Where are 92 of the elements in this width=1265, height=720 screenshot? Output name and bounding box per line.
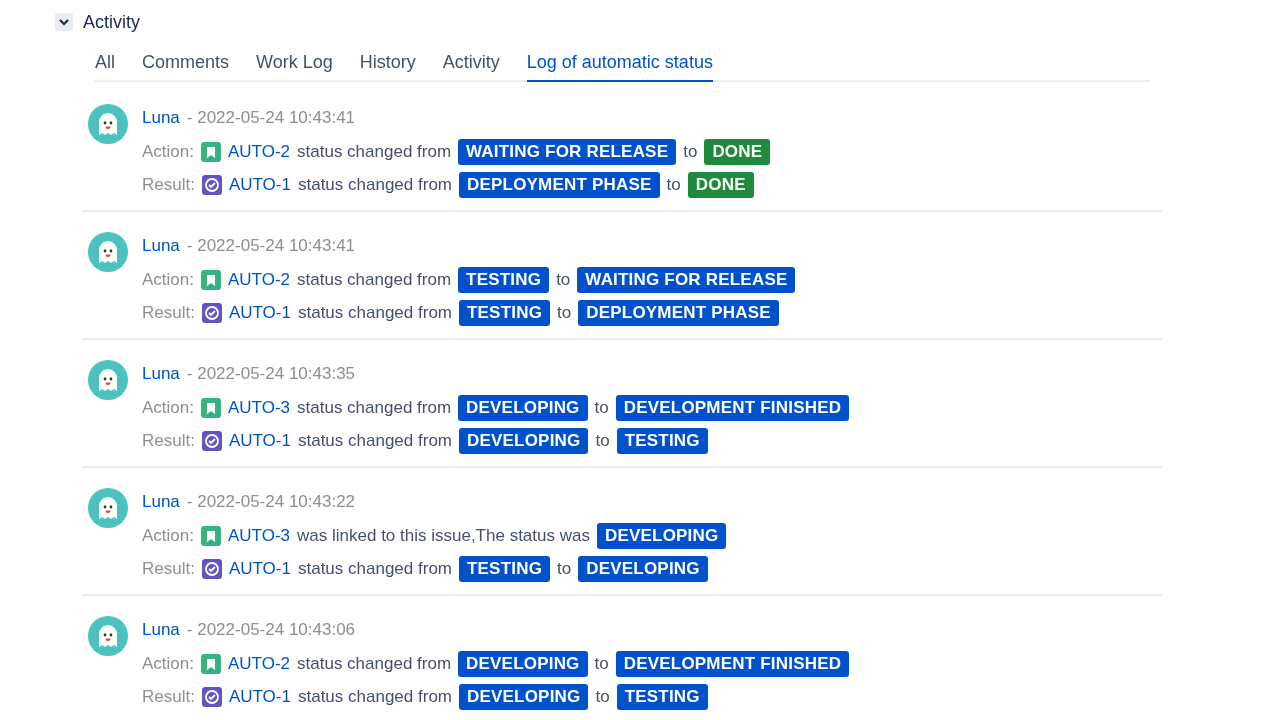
to-text: to — [557, 559, 572, 580]
status-lozenge: TESTING — [458, 267, 550, 294]
status-lozenge: DONE — [704, 139, 771, 166]
to-text: to — [557, 303, 572, 324]
author-link[interactable]: Luna — [142, 235, 180, 256]
tab[interactable]: Work Log — [256, 50, 333, 82]
line-label: Result: — [142, 431, 195, 452]
section-title: Activity — [83, 11, 140, 33]
issue-link[interactable]: AUTO-1 — [228, 431, 291, 452]
status-lozenge: DEVELOPING — [578, 556, 708, 583]
timestamp: - 2022-05-24 10:43:41 — [186, 107, 356, 128]
line-label: Action: — [142, 270, 194, 291]
timestamp: - 2022-05-24 10:43:35 — [186, 363, 356, 384]
tab[interactable]: Log of automatic status — [526, 50, 713, 82]
to-text: to — [666, 175, 681, 196]
bookmark-icon — [201, 398, 221, 419]
checkmark-icon — [201, 431, 222, 452]
author-link[interactable]: Luna — [142, 107, 180, 128]
line-label: Action: — [142, 654, 194, 675]
status-lozenge: TESTING — [459, 556, 551, 583]
status-lozenge: DEVELOPING — [459, 428, 589, 455]
chevron-down-icon — [58, 16, 70, 28]
change-text: status changed from — [297, 398, 452, 419]
line-label: Result: — [142, 559, 195, 580]
status-lozenge: TESTING — [459, 300, 551, 327]
avatar-icon — [88, 360, 128, 400]
checkmark-icon — [201, 559, 222, 580]
status-lozenge: DONE — [687, 172, 754, 199]
change-text: status changed from — [297, 303, 452, 324]
to-text: to — [594, 654, 609, 675]
status-lozenge: DEPLOYMENT PHASE — [459, 172, 660, 199]
line-label: Result: — [142, 687, 195, 708]
checkmark-icon — [201, 687, 222, 708]
status-lozenge: DEVELOPING — [459, 684, 589, 711]
bookmark-icon — [201, 654, 221, 675]
line-label: Result: — [142, 303, 195, 324]
author-link[interactable]: Luna — [142, 363, 180, 384]
change-text: status changed from — [297, 431, 452, 452]
issue-link[interactable]: AUTO-3 — [228, 526, 291, 547]
bookmark-icon — [201, 270, 221, 291]
avatar-icon — [88, 616, 128, 656]
line-label: Result: — [142, 175, 195, 196]
change-text: was linked to this issue,The status was — [297, 526, 590, 547]
status-lozenge: DEVELOPMENT FINISHED — [615, 651, 850, 678]
collapse-toggle[interactable] — [55, 13, 73, 31]
tab[interactable]: Comments — [142, 50, 230, 82]
status-lozenge: TESTING — [616, 428, 708, 455]
change-text: status changed from — [297, 270, 452, 291]
change-text: status changed from — [297, 175, 452, 196]
status-lozenge: DEVELOPING — [596, 523, 727, 550]
to-text: to — [595, 431, 610, 452]
status-lozenge: DEVELOPMENT FINISHED — [615, 395, 850, 422]
line-label: Action: — [142, 526, 194, 547]
issue-link[interactable]: AUTO-3 — [228, 398, 291, 419]
timestamp: - 2022-05-24 10:43:22 — [186, 491, 356, 512]
bookmark-icon — [201, 142, 221, 163]
issue-link[interactable]: AUTO-1 — [228, 559, 291, 580]
author-link[interactable]: Luna — [142, 491, 180, 512]
change-text: status changed from — [297, 142, 452, 163]
issue-link[interactable]: AUTO-1 — [228, 303, 291, 324]
tab[interactable]: Activity — [442, 50, 500, 82]
issue-link[interactable]: AUTO-2 — [228, 142, 291, 163]
timestamp: - 2022-05-24 10:43:41 — [186, 235, 356, 256]
avatar-icon — [88, 488, 128, 528]
avatar-icon — [88, 104, 128, 144]
issue-link[interactable]: AUTO-2 — [228, 270, 291, 291]
status-lozenge: DEVELOPING — [458, 651, 588, 678]
to-text: to — [683, 142, 698, 163]
issue-link[interactable]: AUTO-2 — [228, 654, 291, 675]
change-text: status changed from — [297, 654, 452, 675]
tab[interactable]: All — [95, 50, 115, 82]
status-lozenge: DEVELOPING — [458, 395, 588, 422]
status-lozenge: WAITING FOR RELEASE — [458, 139, 677, 166]
to-text: to — [556, 270, 571, 291]
timestamp: - 2022-05-24 10:43:06 — [186, 619, 356, 640]
to-text: to — [594, 398, 609, 419]
issue-link[interactable]: AUTO-1 — [228, 175, 291, 196]
issue-link[interactable]: AUTO-1 — [228, 687, 291, 708]
author-link[interactable]: Luna — [142, 619, 180, 640]
status-lozenge: DEPLOYMENT PHASE — [578, 300, 779, 327]
checkmark-icon — [201, 175, 222, 196]
status-lozenge: WAITING FOR RELEASE — [577, 267, 796, 294]
to-text: to — [595, 687, 610, 708]
status-lozenge: TESTING — [616, 684, 708, 711]
line-label: Action: — [142, 398, 194, 419]
avatar-icon — [88, 232, 128, 272]
change-text: status changed from — [297, 687, 452, 708]
line-label: Action: — [142, 142, 194, 163]
bookmark-icon — [201, 526, 221, 547]
checkmark-icon — [201, 303, 222, 324]
tab[interactable]: History — [359, 50, 416, 82]
change-text: status changed from — [297, 559, 452, 580]
